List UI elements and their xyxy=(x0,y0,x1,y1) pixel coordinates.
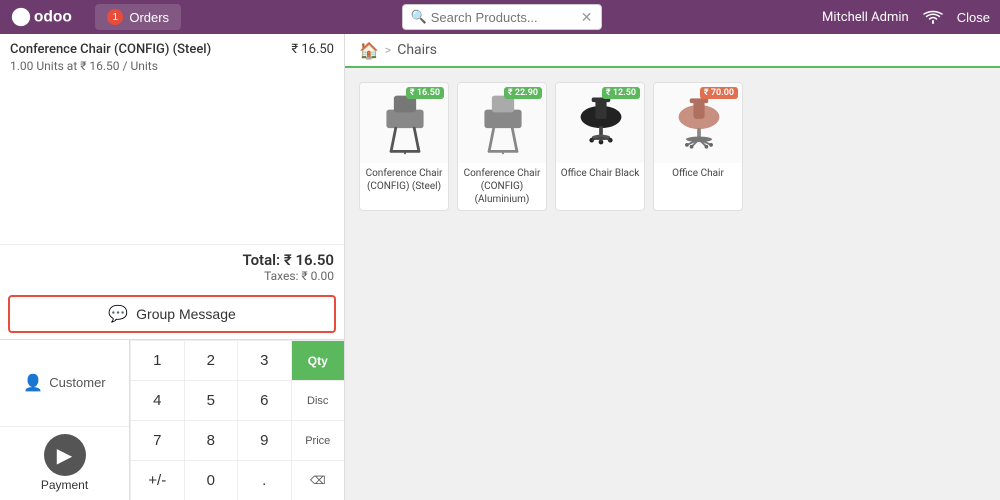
numpad-8[interactable]: 8 xyxy=(184,420,238,460)
breadcrumb-current: Chairs xyxy=(397,42,437,58)
payment-arrow-icon: ▶ xyxy=(44,434,86,476)
order-item-name: Conference Chair (CONFIG) (Steel) xyxy=(10,42,211,57)
customer-label: Customer xyxy=(49,375,105,390)
product-card-4[interactable]: ₹ 70.00 xyxy=(653,82,743,211)
product-card-1[interactable]: ₹ 16.50 Conference Chair (CONFIG) (Steel… xyxy=(359,82,449,211)
orders-button[interactable]: 1 Orders xyxy=(95,4,181,30)
user-name: Mitchell Admin xyxy=(822,10,909,25)
order-item-price: ₹ 16.50 xyxy=(291,42,334,57)
numpad-1[interactable]: 1 xyxy=(130,340,184,380)
product-badge-4: ₹ 70.00 xyxy=(700,87,738,99)
numpad: 1 2 3 Qty 4 5 6 Disc 7 8 9 Price +/- 0 .… xyxy=(130,340,344,500)
payment-label: Payment xyxy=(41,478,88,492)
numpad-area: 👤 Customer ▶ Payment 1 2 3 Qty 4 5 6 Dis… xyxy=(0,339,344,500)
close-button[interactable]: Close xyxy=(957,10,990,25)
product-badge-2: ₹ 22.90 xyxy=(504,87,542,99)
order-item-sub: 1.00 Units at ₹ 16.50 / Units xyxy=(10,59,211,73)
numpad-0[interactable]: 0 xyxy=(184,460,238,500)
breadcrumb: 🏠 > Chairs xyxy=(345,34,1000,68)
left-panel: Conference Chair (CONFIG) (Steel) 1.00 U… xyxy=(0,34,345,500)
payment-button[interactable]: ▶ Payment xyxy=(0,427,129,500)
order-item-row: Conference Chair (CONFIG) (Steel) 1.00 U… xyxy=(10,42,334,73)
wifi-icon xyxy=(923,10,943,24)
orders-label: Orders xyxy=(129,10,169,25)
products-section: ₹ 16.50 Conference Chair (CONFIG) (Steel… xyxy=(345,68,1000,225)
main-layout: Conference Chair (CONFIG) (Steel) 1.00 U… xyxy=(0,34,1000,500)
orders-badge: 1 xyxy=(107,9,123,25)
group-message-label: Group Message xyxy=(136,306,236,322)
customer-button[interactable]: 👤 Customer xyxy=(0,340,129,427)
numpad-plusminus[interactable]: +/- xyxy=(130,460,184,500)
product-badge-3: ₹ 12.50 xyxy=(602,87,640,99)
numpad-4[interactable]: 4 xyxy=(130,380,184,420)
group-message-button[interactable]: 💬 Group Message xyxy=(8,295,336,333)
svg-text:odoo: odoo xyxy=(34,9,72,26)
product-name-1: Conference Chair (CONFIG) (Steel) xyxy=(360,163,448,197)
product-card-2[interactable]: ₹ 22.90 Conference Chair (CONFIG) (Alumi… xyxy=(457,82,547,211)
numpad-6[interactable]: 6 xyxy=(237,380,291,420)
numpad-9[interactable]: 9 xyxy=(237,420,291,460)
qty-button[interactable]: Qty xyxy=(291,340,345,380)
header-right: Mitchell Admin Close xyxy=(822,10,990,25)
numpad-7[interactable]: 7 xyxy=(130,420,184,460)
order-total: Total: ₹ 16.50 Taxes: ₹ 0.00 xyxy=(0,244,344,289)
customer-payment-panel: 👤 Customer ▶ Payment xyxy=(0,340,130,500)
price-button[interactable]: Price xyxy=(291,420,345,460)
customer-icon: 👤 xyxy=(23,373,43,393)
header-left: odoo 1 Orders xyxy=(10,4,181,30)
odoo-logo: odoo xyxy=(10,6,83,28)
product-name-3: Office Chair Black xyxy=(556,163,644,184)
total-line: Total: ₹ 16.50 xyxy=(10,251,334,269)
numpad-3[interactable]: 3 xyxy=(237,340,291,380)
search-icon: 🔍 xyxy=(411,10,427,25)
tax-line: Taxes: ₹ 0.00 xyxy=(10,269,334,283)
search-clear-button[interactable]: ✕ xyxy=(581,9,593,26)
numpad-5[interactable]: 5 xyxy=(184,380,238,420)
numpad-dot[interactable]: . xyxy=(237,460,291,500)
product-badge-1: ₹ 16.50 xyxy=(406,87,444,99)
numpad-2[interactable]: 2 xyxy=(184,340,238,380)
product-name-2: Conference Chair (CONFIG) (Aluminium) xyxy=(458,163,546,210)
backspace-button[interactable]: ⌫ xyxy=(291,460,345,500)
disc-button[interactable]: Disc xyxy=(291,380,345,420)
product-card-3[interactable]: ₹ 12.50 xyxy=(555,82,645,211)
search-input[interactable] xyxy=(431,10,581,25)
search-bar[interactable]: 🔍 ✕ xyxy=(402,4,602,30)
header: odoo 1 Orders 🔍 ✕ Mitchell Admin Close xyxy=(0,0,1000,34)
whatsapp-icon: 💬 xyxy=(108,304,128,324)
product-name-4: Office Chair xyxy=(654,163,742,184)
breadcrumb-separator: > xyxy=(385,43,391,57)
order-items: Conference Chair (CONFIG) (Steel) 1.00 U… xyxy=(0,34,344,244)
home-icon[interactable]: 🏠 xyxy=(359,41,379,60)
right-panel: 🏠 > Chairs ₹ 16.50 xyxy=(345,34,1000,500)
